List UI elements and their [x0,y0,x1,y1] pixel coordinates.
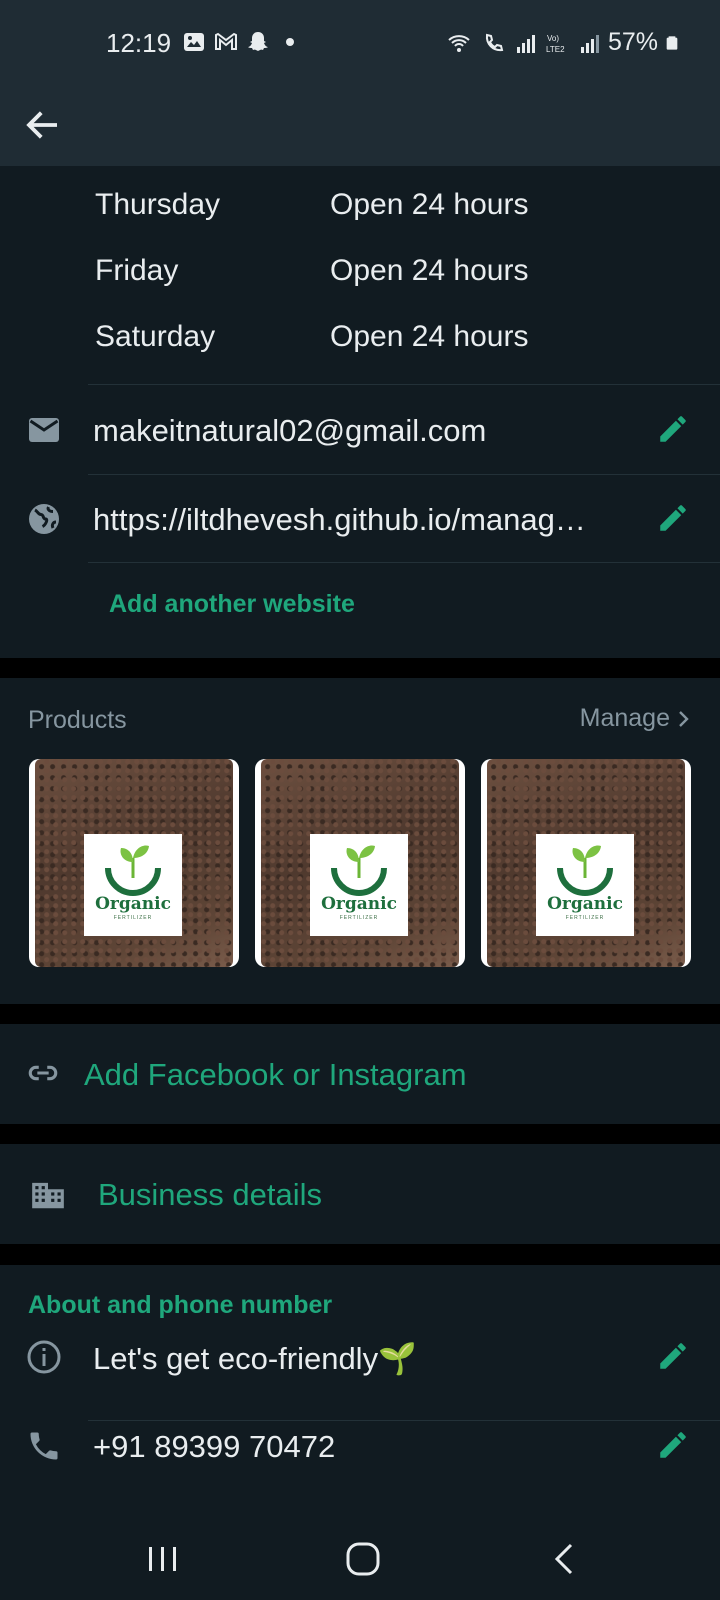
link-icon [28,1065,58,1081]
products-title: Products [28,706,127,734]
product-sub: FERTILIZER [565,915,605,921]
edit-email-pencil-icon[interactable] [656,412,690,446]
product-thumbnail[interactable]: Organic FERTILIZER [29,759,239,967]
dot-icon [286,38,294,46]
manage-label: Manage [579,704,670,732]
back-arrow-icon[interactable] [22,104,64,146]
phone-number: +91 89399 70472 [93,1429,336,1464]
volte-icon: Vo) LTE2 [546,34,565,54]
product-sub: FERTILIZER [339,915,379,921]
hours-value: Open 24 hours [330,254,529,287]
add-website-link[interactable]: Add another website [109,590,355,619]
website-text: https://iltdhevesh.github.io/manag… [93,502,586,537]
product-thumbnail[interactable]: Organic FERTILIZER [255,759,465,967]
hours-day: Friday [95,254,179,287]
app-bar [0,88,720,166]
product-label: Organic FERTILIZER [84,834,182,936]
notification-icons [182,30,302,54]
business-details-row[interactable]: Business details [0,1144,720,1244]
info-icon [27,1340,61,1374]
wifi-icon [448,34,470,52]
wifi-calling-icon [485,33,504,51]
product-brand: Organic [321,894,397,914]
edit-website-pencil-icon[interactable] [656,501,690,535]
battery-level: 57% [607,28,658,56]
product-label: Organic FERTILIZER [536,834,634,936]
gallery-icon [184,33,204,51]
plant-logo-icon [331,845,387,896]
globe-icon [29,504,59,534]
snapchat-icon [248,32,268,51]
hours-value: Open 24 hours [330,320,529,353]
signal-icon [516,34,535,53]
signal-2-icon [580,34,599,53]
add-social-label: Add Facebook or Instagram [84,1057,467,1092]
product-label: Organic FERTILIZER [310,834,408,936]
email-icon [29,418,59,442]
product-brand: Organic [95,894,171,914]
phone-icon [30,1432,58,1460]
status-time: 12:19 [106,28,172,58]
add-social-row[interactable]: Add Facebook or Instagram [0,1024,720,1124]
email-row[interactable]: makeitnatural02@gmail.com [0,386,720,474]
website-row[interactable]: https://iltdhevesh.github.io/manag… [0,475,720,563]
plant-logo-icon [557,845,613,896]
product-sub: FERTILIZER [113,915,153,921]
hours-day: Thursday [95,188,221,221]
hours-day: Saturday [95,320,216,353]
system-nav-bar [0,1517,720,1600]
divider [88,562,720,563]
email-text: makeitnatural02@gmail.com [93,413,487,448]
plant-logo-icon [105,845,161,896]
phone-row[interactable]: +91 89399 70472 [0,1402,720,1490]
system-icons: Vo) LTE2 57% [444,28,680,57]
business-hours-card: Thursday Open 24 hours Friday Open 24 ho… [0,166,720,658]
back-nav-icon[interactable] [545,1541,585,1577]
chevron-right-icon [679,710,689,727]
svg-text:LTE2: LTE2 [546,45,565,54]
status-bar: 12:19 Vo) LTE2 57% [0,0,720,88]
products-card: Products Manage Organic FERTILIZER Organ… [0,678,720,1004]
product-brand: Organic [547,894,623,914]
product-thumbnail[interactable]: Organic FERTILIZER [481,759,691,967]
about-text: Let's get eco-friendly🌱 [93,1341,417,1376]
home-icon[interactable] [343,1541,383,1577]
hours-value: Open 24 hours [330,188,529,221]
battery-icon [666,35,678,50]
business-details-label: Business details [98,1177,323,1212]
about-row[interactable]: Let's get eco-friendly🌱 [0,1313,720,1401]
svg-text:Vo): Vo) [547,34,559,43]
gmail-icon [215,32,237,50]
recent-apps-icon[interactable] [143,1541,183,1577]
edit-phone-pencil-icon[interactable] [656,1428,690,1462]
edit-about-pencil-icon[interactable] [656,1339,690,1373]
about-phone-card: About and phone number Let's get eco-fri… [0,1265,720,1517]
manage-products-button[interactable]: Manage [580,704,692,733]
building-icon [32,1182,64,1209]
divider [88,384,720,385]
